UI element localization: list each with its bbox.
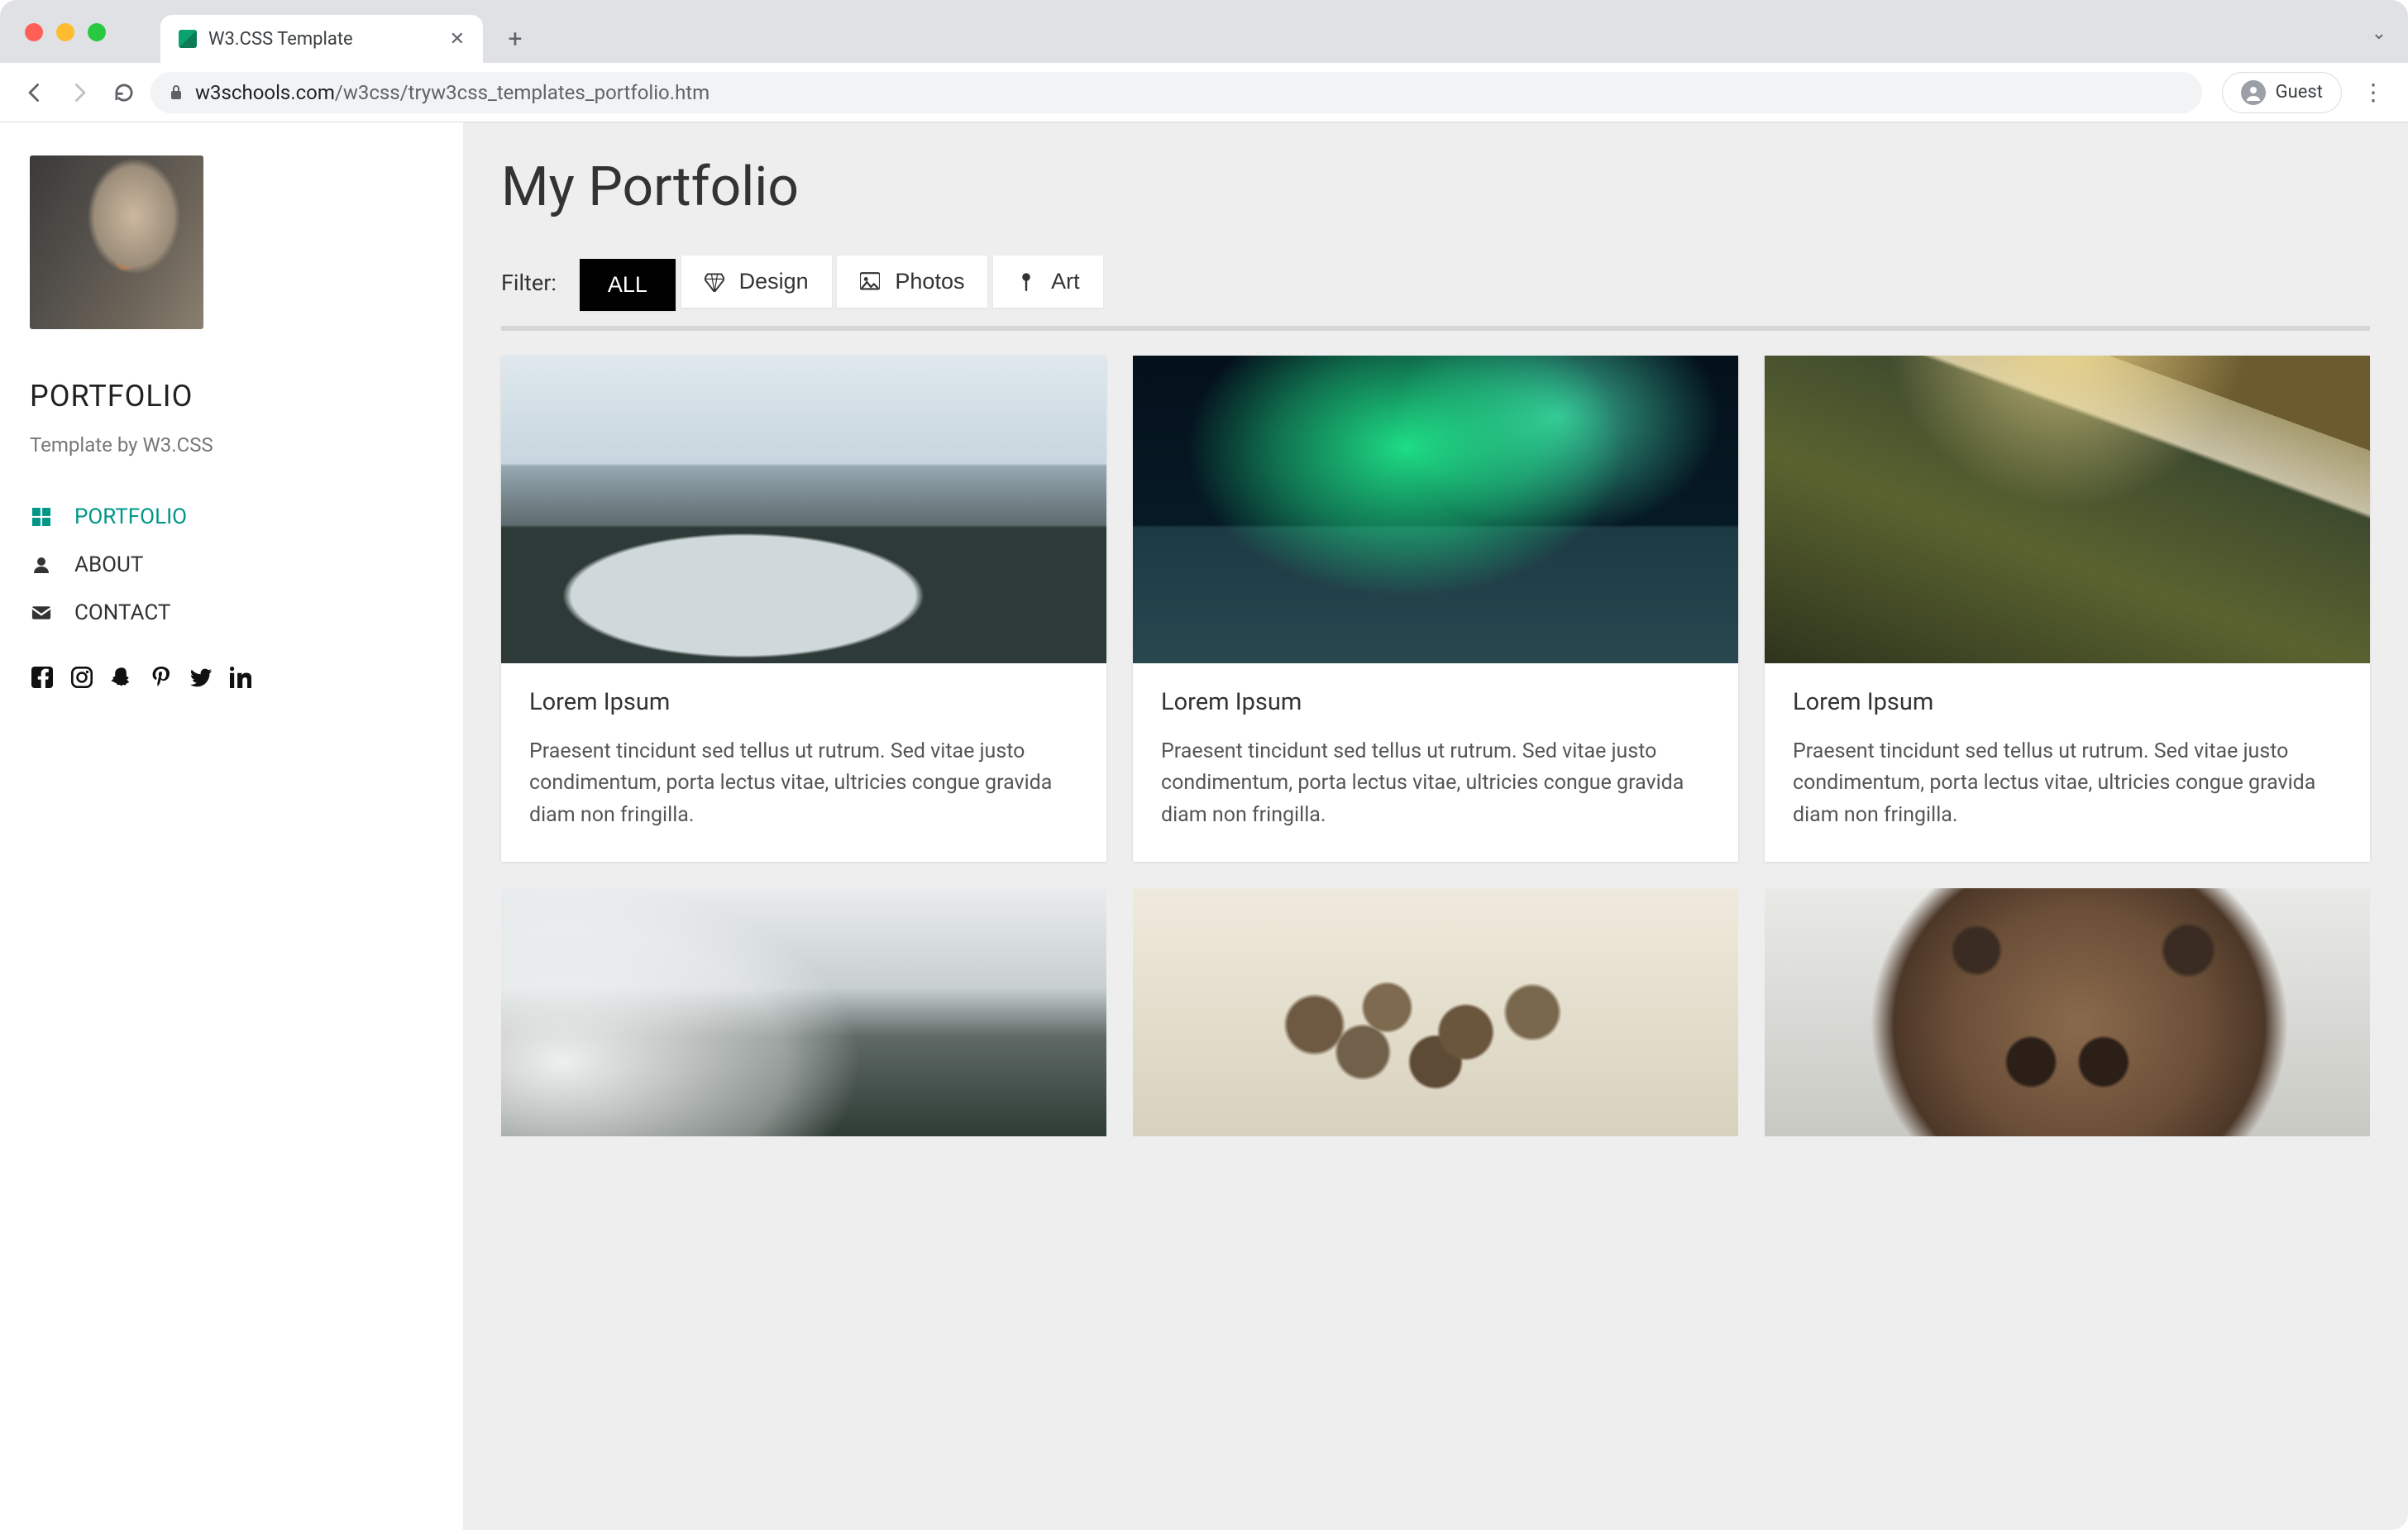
sidebar-nav: PORTFOLIO ABOUT CONTACT xyxy=(30,493,433,637)
window-controls xyxy=(25,23,106,41)
portfolio-grid: Lorem Ipsum Praesent tincidunt sed tellus… xyxy=(501,356,2370,1136)
nav-label: CONTACT xyxy=(74,600,170,625)
portfolio-card[interactable] xyxy=(501,888,1106,1136)
pinterest-icon[interactable] xyxy=(149,667,174,688)
sidebar-item-contact[interactable]: CONTACT xyxy=(30,589,433,637)
url-text: w3schools.com/w3css/tryw3css_templates_p… xyxy=(195,81,710,104)
card-description: Praesent tincidunt sed tellus ut rutrum.… xyxy=(529,736,1078,832)
card-thumbnail xyxy=(501,356,1106,663)
diamond-icon xyxy=(705,272,724,292)
card-title: Lorem Ipsum xyxy=(1793,688,2342,716)
sidebar-item-about[interactable]: ABOUT xyxy=(30,541,433,589)
new-tab-button[interactable]: + xyxy=(498,22,533,56)
lock-icon xyxy=(169,84,184,101)
pin-icon xyxy=(1016,272,1036,292)
guest-avatar-icon xyxy=(2241,80,2266,105)
envelope-icon xyxy=(30,605,53,621)
window-fullscreen-button[interactable] xyxy=(88,23,106,41)
filter-label: Art xyxy=(1051,269,1080,294)
filter-design[interactable]: Design xyxy=(681,256,832,308)
filter-art[interactable]: Art xyxy=(993,256,1103,308)
divider xyxy=(501,326,2370,331)
portfolio-card[interactable]: Lorem Ipsum Praesent tincidunt sed tellus… xyxy=(1765,356,2370,862)
filter-bar: Filter: ALL Design Photos Art xyxy=(501,256,2370,311)
filter-label: Photos xyxy=(895,269,964,294)
card-title: Lorem Ipsum xyxy=(1161,688,1710,716)
social-links xyxy=(30,667,433,688)
grid-icon xyxy=(30,508,53,526)
browser-tab[interactable]: W3.CSS Template ✕ xyxy=(160,15,483,63)
card-body: Lorem Ipsum Praesent tincidunt sed tellus… xyxy=(1133,663,1738,862)
browser-window: W3.CSS Template ✕ + ⌄ w3schools.com/w3cs… xyxy=(0,0,2408,1530)
card-description: Praesent tincidunt sed tellus ut rutrum.… xyxy=(1793,736,2342,832)
linkedin-icon[interactable] xyxy=(228,667,253,688)
tab-bar: W3.CSS Template ✕ + ⌄ xyxy=(0,0,2408,63)
filter-label: Design xyxy=(739,269,809,294)
card-thumbnail xyxy=(1765,356,2370,663)
toolbar: w3schools.com/w3css/tryw3css_templates_p… xyxy=(0,63,2408,122)
instagram-icon[interactable] xyxy=(69,667,94,688)
card-thumbnail xyxy=(1133,356,1738,663)
user-icon xyxy=(30,557,53,573)
tab-favicon xyxy=(179,30,197,48)
tab-close-button[interactable]: ✕ xyxy=(450,29,465,50)
snapchat-icon[interactable] xyxy=(109,667,134,688)
nav-label: PORTFOLIO xyxy=(74,504,187,529)
card-thumbnail xyxy=(501,888,1106,1136)
filter-all[interactable]: ALL xyxy=(580,259,676,311)
main-content[interactable]: My Portfolio Filter: ALL Design Photos A… xyxy=(463,122,2408,1530)
browser-menu-button[interactable]: ⋮ xyxy=(2355,79,2391,106)
filter-label: ALL xyxy=(608,272,647,298)
portfolio-card[interactable] xyxy=(1765,888,2370,1136)
profile-photo xyxy=(30,155,203,329)
window-minimize-button[interactable] xyxy=(56,23,74,41)
sidebar: PORTFOLIO Template by W3.CSS PORTFOLIO AB… xyxy=(0,122,463,1530)
portfolio-card[interactable]: Lorem Ipsum Praesent tincidunt sed tellus… xyxy=(501,356,1106,862)
card-thumbnail xyxy=(1133,888,1738,1136)
card-thumbnail xyxy=(1765,888,2370,1136)
sidebar-subtitle: Template by W3.CSS xyxy=(30,433,433,457)
back-button[interactable] xyxy=(17,74,53,111)
url-host: w3schools.com xyxy=(195,81,335,104)
card-title: Lorem Ipsum xyxy=(529,688,1078,716)
card-body: Lorem Ipsum Praesent tincidunt sed tellus… xyxy=(501,663,1106,862)
page: PORTFOLIO Template by W3.CSS PORTFOLIO AB… xyxy=(0,122,2408,1530)
facebook-icon[interactable] xyxy=(30,667,55,688)
url-path: /w3css/tryw3css_templates_portfolio.htm xyxy=(335,81,710,104)
forward-button[interactable] xyxy=(61,74,98,111)
tabs-overflow-button[interactable]: ⌄ xyxy=(2372,23,2386,44)
picture-icon xyxy=(860,272,880,292)
sidebar-item-portfolio[interactable]: PORTFOLIO xyxy=(30,493,433,541)
filter-label: Filter: xyxy=(501,270,557,296)
address-bar[interactable]: w3schools.com/w3css/tryw3css_templates_p… xyxy=(150,72,2202,113)
profile-label: Guest xyxy=(2276,82,2323,103)
tab-title: W3.CSS Template xyxy=(208,29,438,50)
nav-label: ABOUT xyxy=(74,552,143,577)
twitter-icon[interactable] xyxy=(189,667,213,688)
sidebar-title: PORTFOLIO xyxy=(30,379,433,414)
reload-button[interactable] xyxy=(106,74,142,111)
page-title: My Portfolio xyxy=(501,155,2370,219)
profile-button[interactable]: Guest xyxy=(2222,72,2342,113)
window-close-button[interactable] xyxy=(25,23,43,41)
portfolio-card[interactable]: Lorem Ipsum Praesent tincidunt sed tellus… xyxy=(1133,356,1738,862)
portfolio-card[interactable] xyxy=(1133,888,1738,1136)
card-body: Lorem Ipsum Praesent tincidunt sed tellus… xyxy=(1765,663,2370,862)
card-description: Praesent tincidunt sed tellus ut rutrum.… xyxy=(1161,736,1710,832)
filter-photos[interactable]: Photos xyxy=(837,256,987,308)
